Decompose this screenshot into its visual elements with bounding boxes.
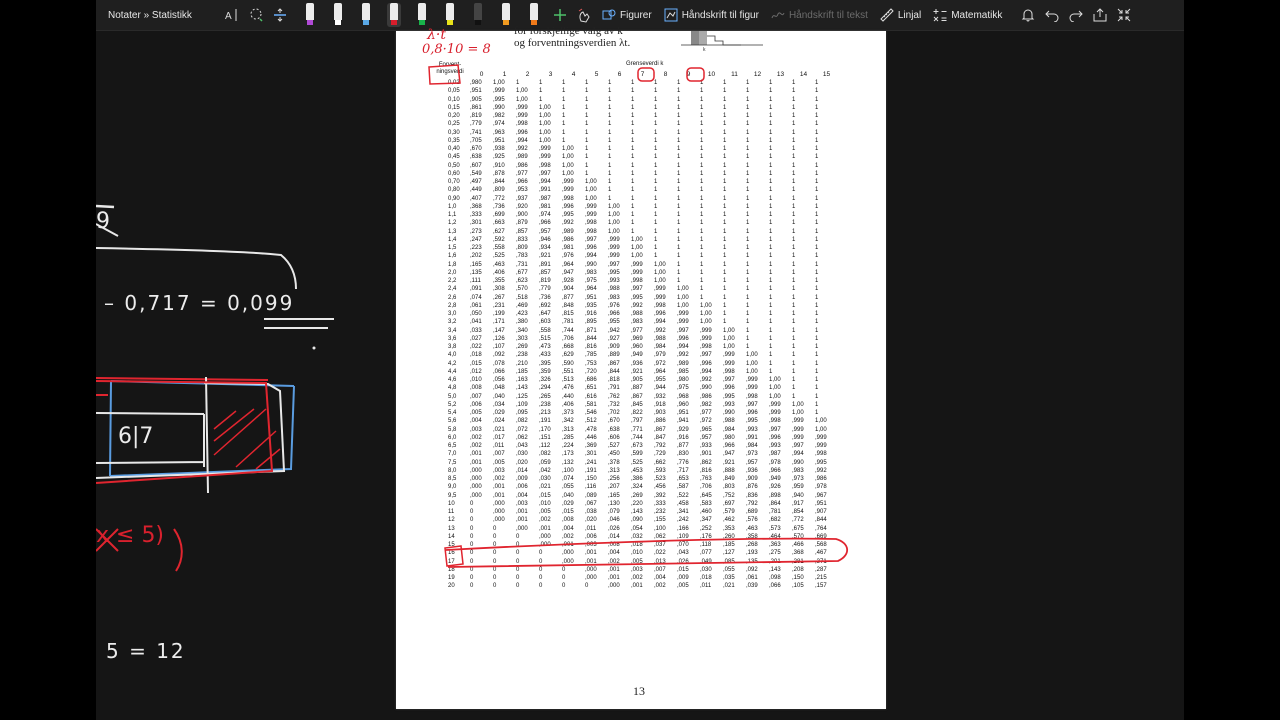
ruler-label: Linjal	[897, 9, 922, 21]
figures-button[interactable]: Figurer	[596, 3, 658, 27]
pen-body	[530, 3, 538, 20]
pen-body	[362, 3, 370, 20]
ink-to-shape-button[interactable]: Håndskrift til figur	[658, 3, 765, 27]
ink-fragment-9: 9	[96, 209, 110, 234]
pen-tip	[363, 20, 369, 25]
add-space-icon[interactable]	[268, 3, 292, 27]
note-canvas[interactable]: for forskjellige valg av k og forventnin…	[96, 25, 1184, 720]
bell-icon[interactable]	[1016, 3, 1040, 27]
pen-tip	[419, 20, 425, 25]
pen-black-icon[interactable]	[471, 3, 485, 27]
pen-green-icon[interactable]	[415, 3, 429, 27]
redo-icon[interactable]	[1064, 3, 1088, 27]
pen-body	[418, 3, 426, 20]
pen-tip	[335, 20, 341, 25]
pen-body	[306, 3, 314, 20]
pen-tray	[296, 3, 548, 27]
pen-red-icon[interactable]	[387, 3, 401, 27]
pen-white-icon[interactable]	[331, 3, 345, 27]
ink-lambda-t: λ·t	[427, 27, 446, 43]
add-pen-icon[interactable]	[548, 3, 572, 27]
math-label: Matematikk	[951, 9, 1003, 21]
pen-tip	[503, 20, 509, 25]
ink-result: – 0,717 = 0,099	[104, 291, 295, 315]
ink-to-text-label: Håndskrift til tekst	[788, 9, 868, 21]
ruler-icon	[880, 8, 894, 22]
pen-blue-icon[interactable]	[359, 3, 373, 27]
ink-fragment-9-stroke	[96, 204, 115, 209]
ink-row-12-loop	[445, 537, 849, 568]
pen-tip	[475, 20, 481, 25]
undo-icon[interactable]	[1040, 3, 1064, 27]
pen-tip	[447, 20, 453, 25]
math-button[interactable]: Matematikk	[927, 3, 1008, 27]
ink-five-eq: 5 = 12	[106, 639, 186, 663]
math-icon	[933, 9, 947, 22]
pen-purple-icon[interactable]	[303, 3, 317, 27]
ink-circle-7	[637, 67, 655, 82]
onenote-app-window: Notater » Statistikk A Figurer Håndskrif…	[96, 0, 1184, 720]
pen-body	[502, 3, 510, 20]
ink-result-underline	[264, 318, 334, 329]
pen-orange-icon[interactable]	[499, 3, 513, 27]
figures-label: Figurer	[620, 9, 652, 21]
pen-body	[446, 3, 454, 20]
ink-to-text-icon	[771, 12, 785, 19]
lasso-select-icon[interactable]	[244, 3, 268, 27]
ink-to-shape-label: Håndskrift til figur	[681, 9, 759, 21]
ink-to-shape-icon	[664, 8, 678, 22]
pen-yellow-icon[interactable]	[443, 3, 457, 27]
pen-tip	[391, 20, 397, 25]
svg-text:A: A	[225, 11, 232, 22]
ink-circle-9	[686, 67, 705, 82]
ink-forventning-box	[428, 64, 461, 85]
pen-body	[474, 3, 482, 20]
ink-box-label: 6|7	[118, 424, 154, 449]
ruler-button[interactable]: Linjal	[874, 3, 927, 27]
touch-draw-icon[interactable]	[572, 3, 596, 27]
ink-layer	[96, 64, 849, 572]
pen-tip	[307, 20, 313, 25]
ink-curve	[96, 247, 297, 290]
ink-inequality: x ≤ 5)	[96, 523, 165, 548]
collapse-fullscreen-icon[interactable]	[1112, 3, 1136, 27]
pen-orange-2-icon[interactable]	[527, 3, 541, 27]
text-select-icon[interactable]: A	[220, 3, 244, 27]
shapes-icon	[602, 9, 616, 20]
ink-dot	[312, 346, 316, 350]
ink-to-text-button[interactable]: Håndskrift til tekst	[765, 3, 874, 27]
pen-body	[334, 3, 342, 20]
breadcrumb[interactable]: Notater » Statistikk	[108, 10, 220, 21]
draw-toolbar: Notater » Statistikk A Figurer Håndskrif…	[96, 0, 1184, 31]
pen-body	[390, 3, 398, 20]
ink-lambda-calc: 0,8·10 = 8	[422, 42, 491, 57]
share-icon[interactable]	[1088, 3, 1112, 27]
